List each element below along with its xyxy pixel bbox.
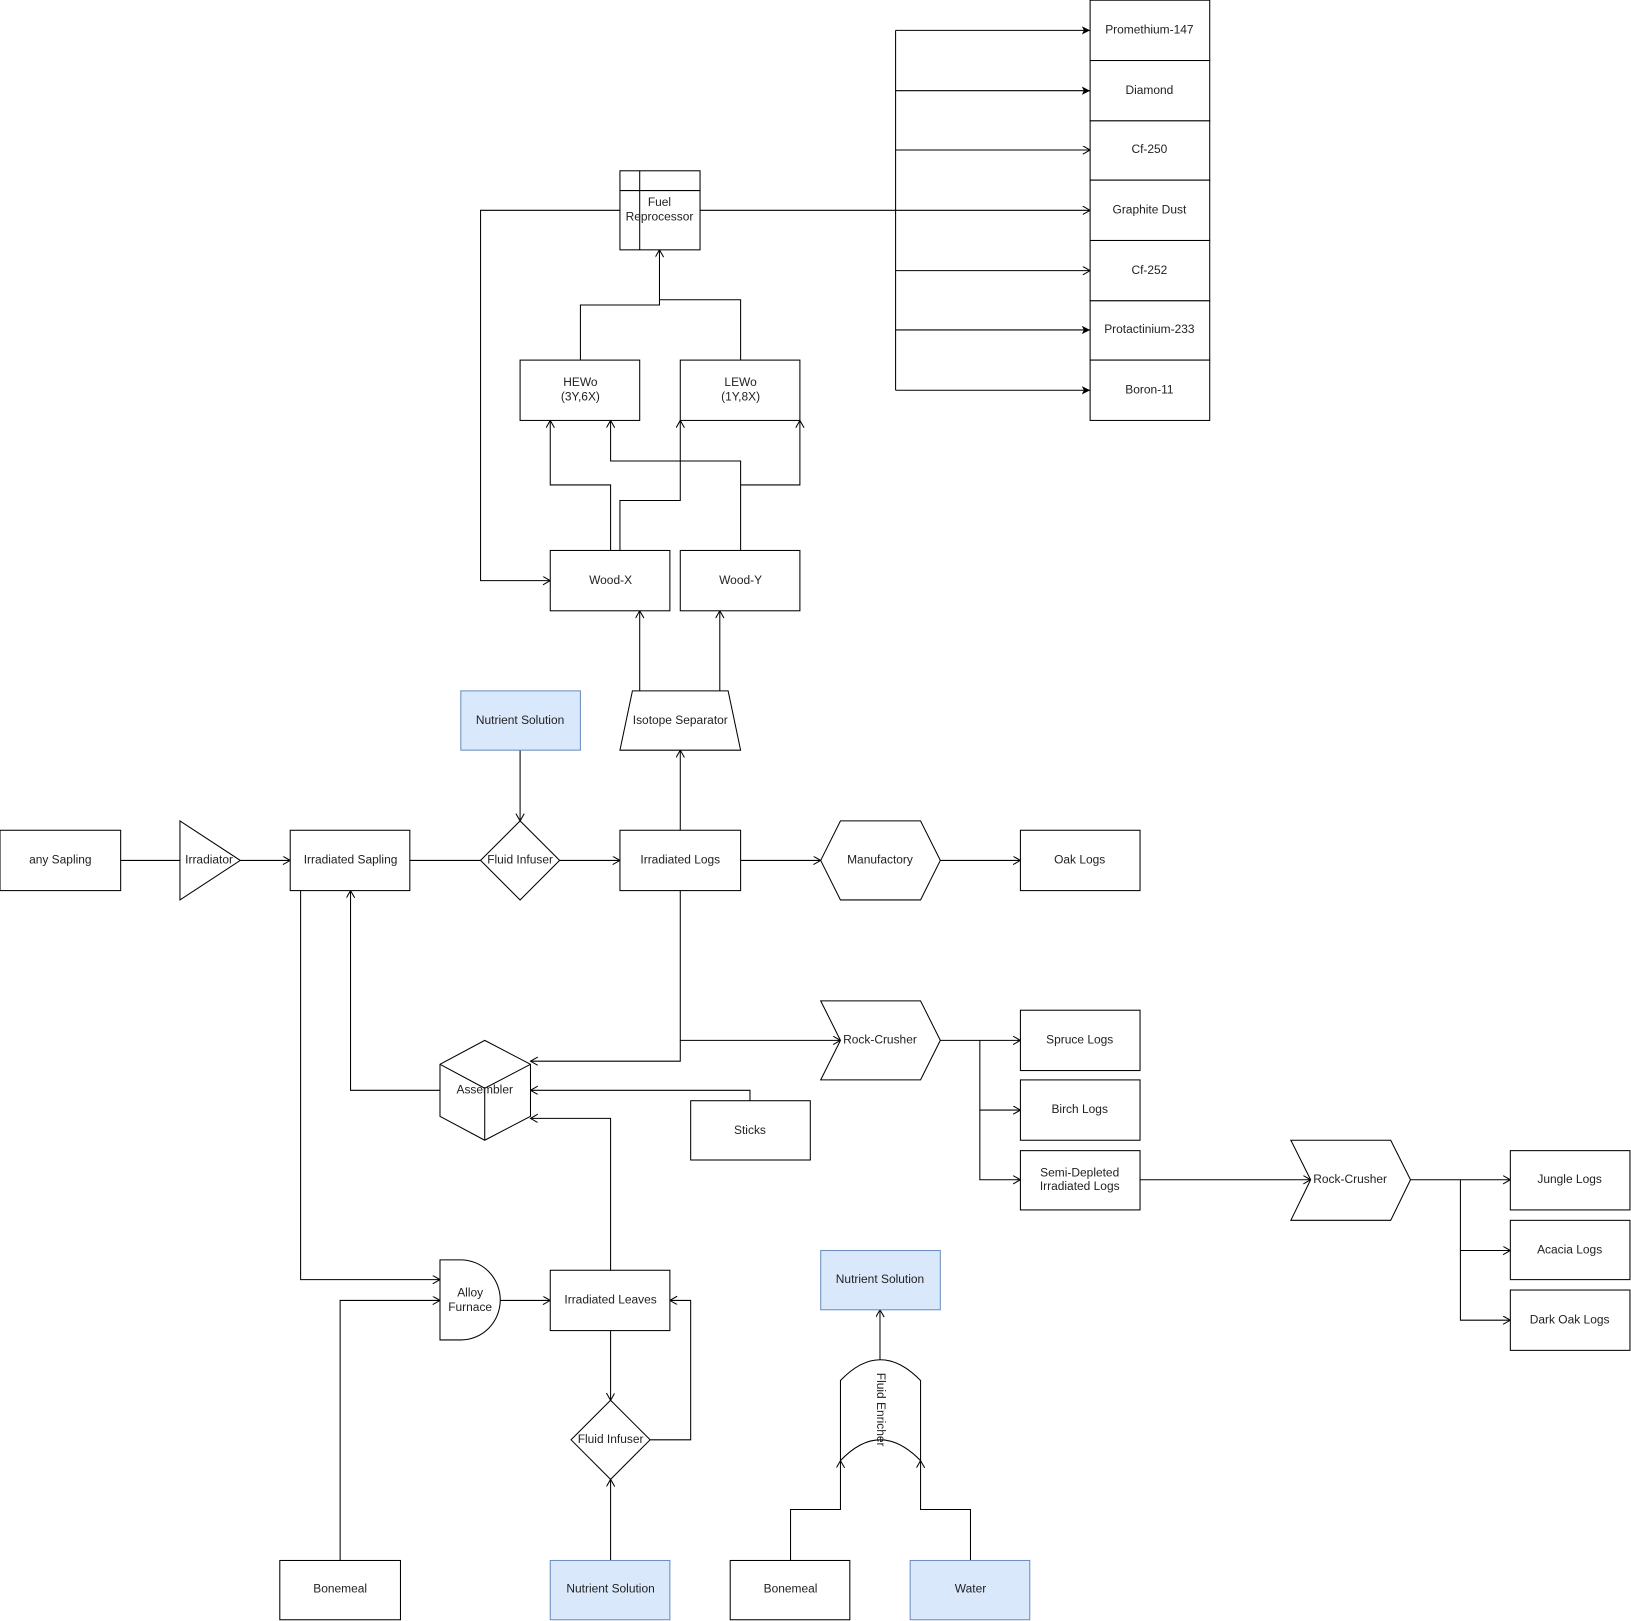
wood-x-node[interactable]: Wood-X bbox=[549, 549, 671, 612]
node-label: Semi-Depleted bbox=[1040, 1166, 1119, 1180]
node-label: Boron-11 bbox=[1125, 382, 1174, 396]
node-label: Irradiated Leaves bbox=[564, 1293, 656, 1307]
output-cf-250[interactable]: Cf-250 bbox=[1089, 120, 1211, 181]
node-label: Cf-252 bbox=[1131, 263, 1167, 277]
flow-diagram: Promethium-147 Diamond Cf-250 Graphite D… bbox=[0, 0, 1631, 1621]
irradiated-sapling-node[interactable]: Irradiated Sapling bbox=[289, 829, 411, 892]
spruce-logs-node[interactable]: Spruce Logs bbox=[1019, 1009, 1141, 1072]
node-label: Oak Logs bbox=[1054, 853, 1105, 867]
output-graphite-dust[interactable]: Graphite Dust bbox=[1089, 179, 1211, 242]
manufactory[interactable]: Manufactory bbox=[820, 820, 941, 901]
output-protactinium-233[interactable]: Protactinium-233 bbox=[1089, 300, 1211, 361]
output-boron-11[interactable]: Boron-11 bbox=[1089, 359, 1211, 421]
nutrient-solution-top[interactable]: Nutrient Solution bbox=[460, 690, 581, 751]
nutrient-solution-right[interactable]: Nutrient Solution bbox=[820, 1249, 941, 1311]
fluid-infuser-top[interactable]: Fluid Infuser bbox=[479, 820, 561, 901]
node-label: Promethium-147 bbox=[1105, 23, 1194, 37]
irradiated-leaves-node[interactable]: Irradiated Leaves bbox=[549, 1269, 671, 1332]
node-label: (3Y,6X) bbox=[561, 390, 600, 404]
output-promethium-147[interactable]: Promethium-147 bbox=[1089, 0, 1211, 62]
acacia-logs-node[interactable]: Acacia Logs bbox=[1509, 1219, 1631, 1281]
nutrient-solution-bottom[interactable]: Nutrient Solution bbox=[549, 1559, 671, 1621]
node-label: Bonemeal bbox=[764, 1582, 818, 1596]
node-label: Fuel bbox=[648, 195, 671, 209]
irradiator[interactable]: Irradiator bbox=[179, 819, 242, 901]
node-label: HEWo bbox=[563, 375, 598, 389]
node-label: Isotope Separator bbox=[633, 713, 728, 727]
node-label: LEWo bbox=[724, 375, 757, 389]
isotope-separator[interactable]: Isotope Separator bbox=[619, 690, 742, 751]
node-label: (1Y,8X) bbox=[721, 390, 760, 404]
node-label: Nutrient Solution bbox=[476, 713, 564, 727]
node-label: Nutrient Solution bbox=[836, 1272, 924, 1286]
oak-logs-node[interactable]: Oak Logs bbox=[1019, 829, 1141, 892]
node-label: Fluid Infuser bbox=[487, 853, 553, 867]
fluid-enricher[interactable]: Fluid Enricher bbox=[839, 1359, 922, 1462]
node-label: Fluid Enricher bbox=[874, 1373, 888, 1447]
wood-y-node[interactable]: Wood-Y bbox=[679, 549, 801, 612]
node-label: Rock-Crusher bbox=[1313, 1172, 1387, 1186]
node-label: Dark Oak Logs bbox=[1530, 1312, 1610, 1326]
node-label: Irradiated Logs bbox=[1040, 1179, 1120, 1193]
water-node[interactable]: Water bbox=[909, 1559, 1031, 1621]
hewo-node[interactable]: HEWo(3Y,6X) bbox=[519, 359, 641, 421]
output-diamond[interactable]: Diamond bbox=[1089, 60, 1211, 122]
node-label: Acacia Logs bbox=[1537, 1243, 1602, 1257]
node-label: Irradiated Sapling bbox=[304, 853, 398, 867]
alloy-furnace[interactable]: AlloyFurnace bbox=[439, 1259, 501, 1341]
node-label: Alloy bbox=[457, 1285, 483, 1299]
semi-depleted-logs-node[interactable]: Semi-DepletedIrradiated Logs bbox=[1019, 1150, 1141, 1211]
output-cf-252[interactable]: Cf-252 bbox=[1089, 239, 1211, 302]
node-label: Sticks bbox=[734, 1123, 766, 1137]
node-label: Wood-Y bbox=[719, 573, 762, 587]
irradiated-logs-node[interactable]: Irradiated Logs bbox=[619, 829, 742, 892]
assembler-cube[interactable]: Assembler bbox=[439, 1039, 532, 1141]
any-sapling-node[interactable]: any Sapling bbox=[0, 829, 122, 892]
node-label: Nutrient Solution bbox=[566, 1582, 654, 1596]
node-label: Water bbox=[955, 1582, 986, 1596]
node-label: Rock-Crusher bbox=[843, 1033, 917, 1047]
node-label: Assembler bbox=[456, 1082, 512, 1096]
node-label: Graphite Dust bbox=[1113, 202, 1187, 216]
node-label: Manufactory bbox=[847, 853, 913, 867]
node-label: Bonemeal bbox=[313, 1582, 367, 1596]
node-label: Cf-250 bbox=[1131, 142, 1167, 156]
node-label: Jungle Logs bbox=[1537, 1172, 1601, 1186]
fluid-infuser-bottom[interactable]: Fluid Infuser bbox=[570, 1399, 651, 1481]
node-label: Wood-X bbox=[589, 573, 632, 587]
node-label: Diamond bbox=[1125, 83, 1173, 97]
node-label: Fluid Infuser bbox=[578, 1432, 644, 1446]
sticks-node[interactable]: Sticks bbox=[690, 1100, 811, 1161]
node-label: Birch Logs bbox=[1051, 1102, 1107, 1116]
bonemeal-node-left[interactable]: Bonemeal bbox=[279, 1559, 401, 1621]
dark-oak-logs-node[interactable]: Dark Oak Logs bbox=[1509, 1289, 1631, 1351]
lewo-node[interactable]: LEWo(1Y,8X) bbox=[679, 359, 801, 421]
node-label: Reprocessor bbox=[626, 210, 694, 224]
node-label: Irradiator bbox=[185, 853, 233, 867]
connectors bbox=[120, 26, 1511, 1561]
birch-logs-node[interactable]: Birch Logs bbox=[1019, 1079, 1141, 1141]
fuel-reprocessor[interactable]: Fuel Reprocessor bbox=[619, 170, 701, 251]
bonemeal-node-right[interactable]: Bonemeal bbox=[729, 1559, 851, 1621]
jungle-logs-node[interactable]: Jungle Logs bbox=[1509, 1150, 1631, 1211]
node-label: Spruce Logs bbox=[1046, 1033, 1113, 1047]
node-label: any Sapling bbox=[29, 853, 91, 867]
node-label: Irradiated Logs bbox=[640, 853, 720, 867]
node-label: Furnace bbox=[448, 1300, 492, 1314]
node-label: Protactinium-233 bbox=[1104, 322, 1195, 336]
